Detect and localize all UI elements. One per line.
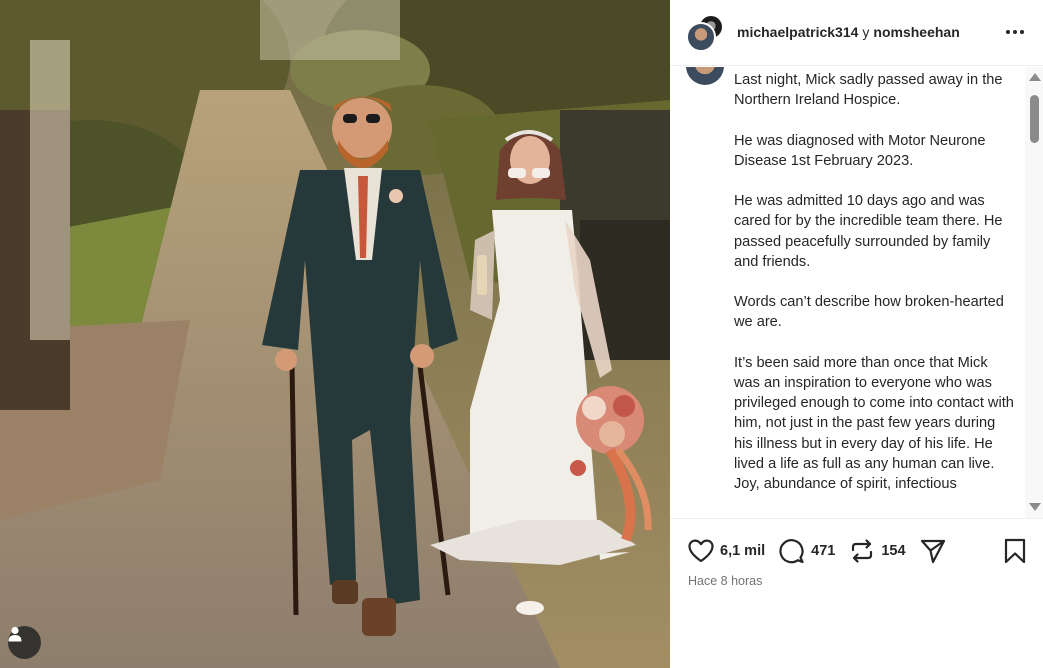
avatar xyxy=(686,22,716,52)
comment-icon xyxy=(779,539,804,564)
likes-count[interactable]: 6,1 mil xyxy=(720,543,765,559)
caption-scrollbar[interactable] xyxy=(1025,67,1043,518)
share-button[interactable] xyxy=(920,538,946,564)
scroll-up-arrow-icon[interactable] xyxy=(1029,73,1041,81)
post-timestamp[interactable]: Hace 8 horas xyxy=(688,574,762,588)
post-authors: michaelpatrick314 y nomsheehan xyxy=(737,24,960,40)
comment-button[interactable]: 471 xyxy=(779,538,835,564)
caption-scroll-area[interactable]: Last night, Mick sadly passed away in th… xyxy=(670,67,1025,518)
user-tag-icon xyxy=(8,626,22,642)
share-icon xyxy=(920,539,945,564)
wedding-photo-illustration xyxy=(0,0,670,668)
repost-icon xyxy=(852,539,873,563)
user-tag-button[interactable] xyxy=(8,626,41,659)
author-username-link[interactable]: nomsheehan xyxy=(873,24,959,40)
authors-conjunction: y xyxy=(862,24,870,40)
repost-button[interactable]: 154 xyxy=(849,538,906,564)
more-options-icon[interactable] xyxy=(1003,22,1027,42)
save-button[interactable] xyxy=(1003,538,1027,569)
post-header: michaelpatrick314 y nomsheehan xyxy=(670,0,1043,66)
post-details-panel: michaelpatrick314 y nomsheehan Last night,… xyxy=(670,0,1043,668)
post-actions: 6,1 mil 471 154 Hace 8 horas xyxy=(670,518,1043,668)
like-button[interactable]: 6,1 mil xyxy=(688,539,765,563)
comments-count[interactable]: 471 xyxy=(811,543,835,559)
scroll-down-arrow-icon[interactable] xyxy=(1029,503,1041,511)
post-caption: Last night, Mick sadly passed away in th… xyxy=(734,72,1014,493)
scrollbar-thumb[interactable] xyxy=(1030,95,1039,143)
author-username-link[interactable]: michaelpatrick314 xyxy=(737,24,858,40)
post-photo[interactable] xyxy=(0,0,670,668)
reposts-count[interactable]: 154 xyxy=(881,543,905,559)
avatar[interactable] xyxy=(686,67,724,85)
heart-icon xyxy=(688,539,714,563)
collab-avatars[interactable] xyxy=(686,14,728,52)
bookmark-icon xyxy=(1004,538,1026,564)
